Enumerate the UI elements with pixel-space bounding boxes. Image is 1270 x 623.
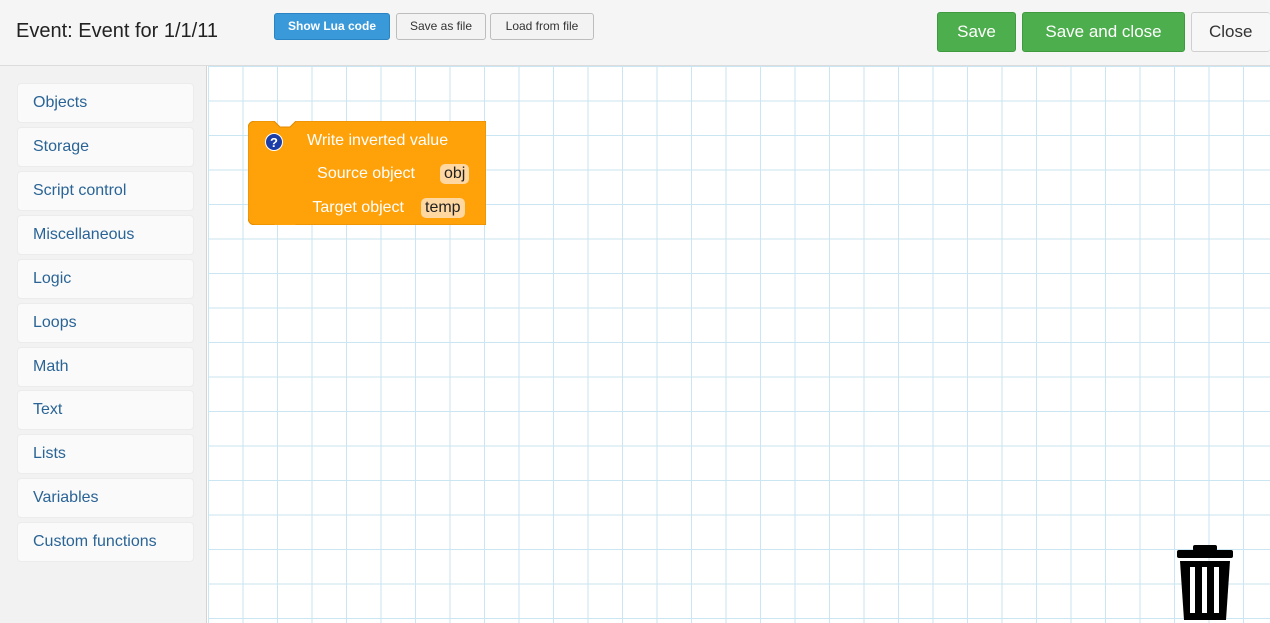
category-lists[interactable]: Lists [17,434,194,474]
target-object-label: Target object [312,199,404,216]
category-script-control[interactable]: Script control [17,171,194,211]
page-title: Event: Event for 1/1/11 [16,20,218,42]
category-variables[interactable]: Variables [17,478,194,518]
category-logic[interactable]: Logic [17,259,194,299]
block-workspace[interactable]: ? Write inverted value Source object obj… [208,66,1270,623]
header-bar: Event: Event for 1/1/11 Show Lua code Sa… [0,0,1270,66]
trash-icon[interactable] [1170,545,1240,620]
category-math[interactable]: Math [17,347,194,387]
close-button[interactable]: Close [1191,12,1270,52]
block-category-sidebar: Objects Storage Script control Miscellan… [0,66,207,623]
source-object-label: Source object [317,165,415,182]
show-lua-code-button[interactable]: Show Lua code [274,13,390,40]
category-text[interactable]: Text [17,390,194,430]
category-storage[interactable]: Storage [17,127,194,167]
load-from-file-button[interactable]: Load from file [490,13,594,40]
category-loops[interactable]: Loops [17,303,194,343]
save-button[interactable]: Save [937,12,1016,52]
source-object-field[interactable]: obj [440,164,470,184]
help-icon[interactable]: ? [265,133,283,151]
write-inverted-value-block[interactable]: ? Write inverted value Source object obj… [248,121,486,225]
save-and-close-button[interactable]: Save and close [1022,12,1185,52]
save-as-file-button[interactable]: Save as file [396,13,486,40]
target-object-field[interactable]: temp [421,198,465,218]
category-objects[interactable]: Objects [17,83,194,123]
block-title: Write inverted value [307,132,449,149]
category-miscellaneous[interactable]: Miscellaneous [17,215,194,255]
category-custom-functions[interactable]: Custom functions [17,522,194,562]
